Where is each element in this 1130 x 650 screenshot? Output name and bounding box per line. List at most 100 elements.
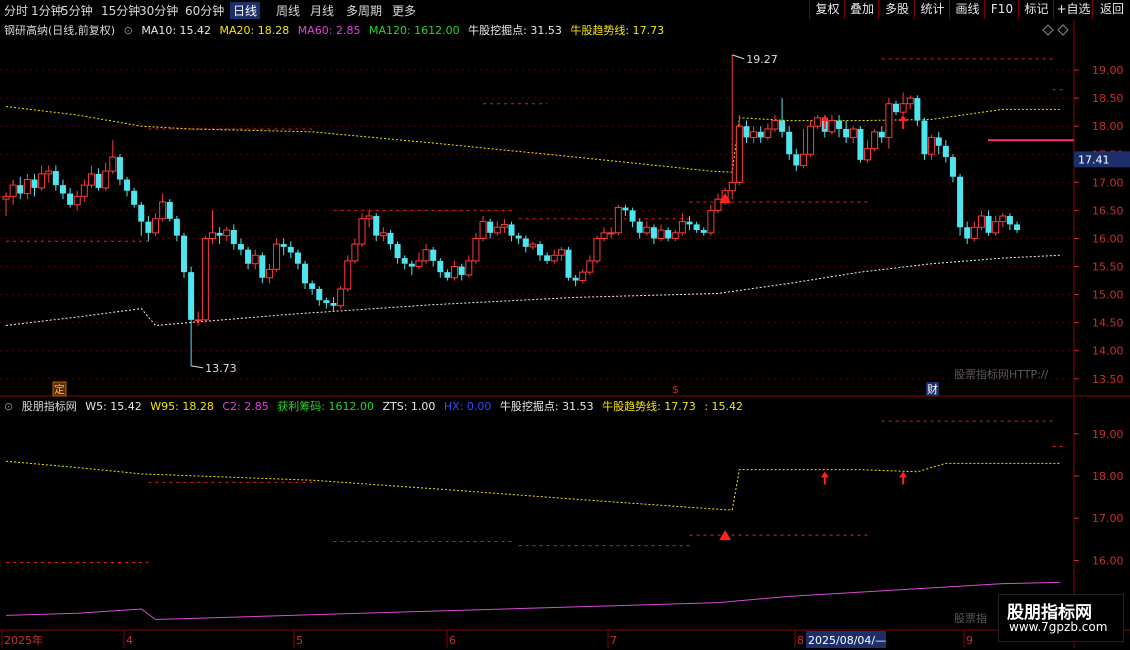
candle-body [928,136,936,155]
stock-title[interactable]: 钢研高纳(日线,前复权) [4,24,115,37]
candle-body [586,260,594,273]
time-tick-label: 6 [449,634,456,647]
toolbar-button[interactable]: F10 [984,0,1019,19]
toolbar-button[interactable]: 统计 [914,0,950,19]
candle-body [152,218,160,234]
candle-body [622,207,629,211]
price-tick-label: 16.00 [1092,232,1124,245]
candle-body [166,201,173,219]
candle-body [237,244,244,250]
period-tab[interactable]: 5分钟 [61,2,93,19]
candle-body [977,215,985,228]
candle-body [223,229,231,237]
candle-body [914,98,921,121]
dig-point-value: 牛股挖掘点: 31.53 [468,24,562,37]
w95-value: W95: 18.28 [150,400,214,413]
candle-body [493,226,501,234]
candle-body [302,263,309,284]
candle-body [650,227,657,239]
kline-chart: 19.0018.5018.0017.5017.0016.5016.0015.50… [0,20,1130,650]
candle-body [614,207,622,234]
candle-body [593,237,601,262]
time-tick-label: 8 [797,634,804,647]
candle-body [935,137,942,146]
toolbar-button[interactable]: 画线 [949,0,985,19]
candle-body [387,232,394,245]
candle-body [529,243,537,248]
candle-body [330,303,337,306]
toolbar-button[interactable]: 复权 [809,0,845,19]
candle-body [188,272,195,320]
candle-body [116,157,123,180]
candle-body [430,249,437,261]
period-tab[interactable]: 30分钟 [139,2,178,19]
event-marker-ding-label: 定 [54,382,65,396]
period-toolbar: 分时 1分钟 5分钟 15分钟 30分钟 60分钟 日线 周线 月线 多周期 更多 复权 叠加 多股 统计画… [0,0,1130,21]
period-tab[interactable]: 日线 [230,2,261,19]
candle-body [871,131,879,150]
toolbar-button[interactable]: 标记 [1018,0,1054,19]
candle-body [124,179,131,191]
candle-body [899,103,907,113]
ma120-value: MA120: 1612.00 [368,24,460,37]
candle-body [38,173,46,189]
candle-body [957,176,964,228]
period-tab[interactable]: 15分钟 [101,2,140,19]
candle-body [109,156,117,172]
candle-body [173,218,180,236]
sub-tick-label: 16.00 [1092,554,1124,567]
period-tab[interactable]: 60分钟 [185,2,224,19]
candle-body [465,260,473,276]
time-tick-label: 7 [610,634,617,647]
settings-icon[interactable]: ⊙ [4,400,13,413]
candle-body [102,170,110,189]
candle-body [487,221,494,233]
candle-body [73,195,81,206]
candle-body [337,288,345,307]
candle-body [636,221,643,233]
candle-body [786,131,793,155]
candle-body [451,266,459,279]
settings-icon[interactable]: ⊙ [124,24,133,37]
candle-body [985,216,992,233]
period-tab[interactable]: 更多 [392,2,416,19]
period-tab[interactable]: 周线 [276,2,300,19]
period-tab[interactable]: 1分钟 [31,2,63,19]
toolbar-button[interactable]: 叠加 [844,0,879,19]
indicator-name[interactable]: 股朋指标网 [22,400,77,413]
candle-body [671,232,679,239]
candle-body [843,129,850,138]
candle-body [358,218,366,245]
period-tab[interactable]: 月线 [310,2,334,19]
candle-body [885,103,893,138]
candle-body [771,120,779,130]
candle-body [857,129,864,160]
candle-body [9,184,17,197]
candle-body [600,232,608,239]
toolbar-button[interactable]: 多股 [878,0,915,19]
candle-body [500,223,508,228]
candle-body [970,226,978,239]
candle-body [906,97,914,105]
candle-body [408,263,415,267]
current-price-label: 17.41 [1078,153,1110,166]
period-tab[interactable]: 多周期 [346,2,382,19]
w5-value: W5: 15.42 [85,400,142,413]
candle-body [508,224,515,236]
candle-body [814,117,822,127]
period-tab[interactable]: 分时 [4,2,28,19]
candle-body [394,244,401,259]
toolbar-button[interactable]: +自选 [1053,0,1093,19]
toolbar-button[interactable]: 返回 [1092,0,1130,19]
chart-background [0,20,1130,650]
candle-body [921,120,928,155]
candle-body [700,230,707,233]
ma10-value: MA10: 15.42 [141,24,212,37]
time-tick-label: 9 [966,634,973,647]
candle-body [807,125,815,155]
candle-body [878,131,885,138]
candle-body [181,235,187,273]
candle-body [230,230,237,245]
candle-body [793,154,800,166]
candle-body [779,120,786,132]
